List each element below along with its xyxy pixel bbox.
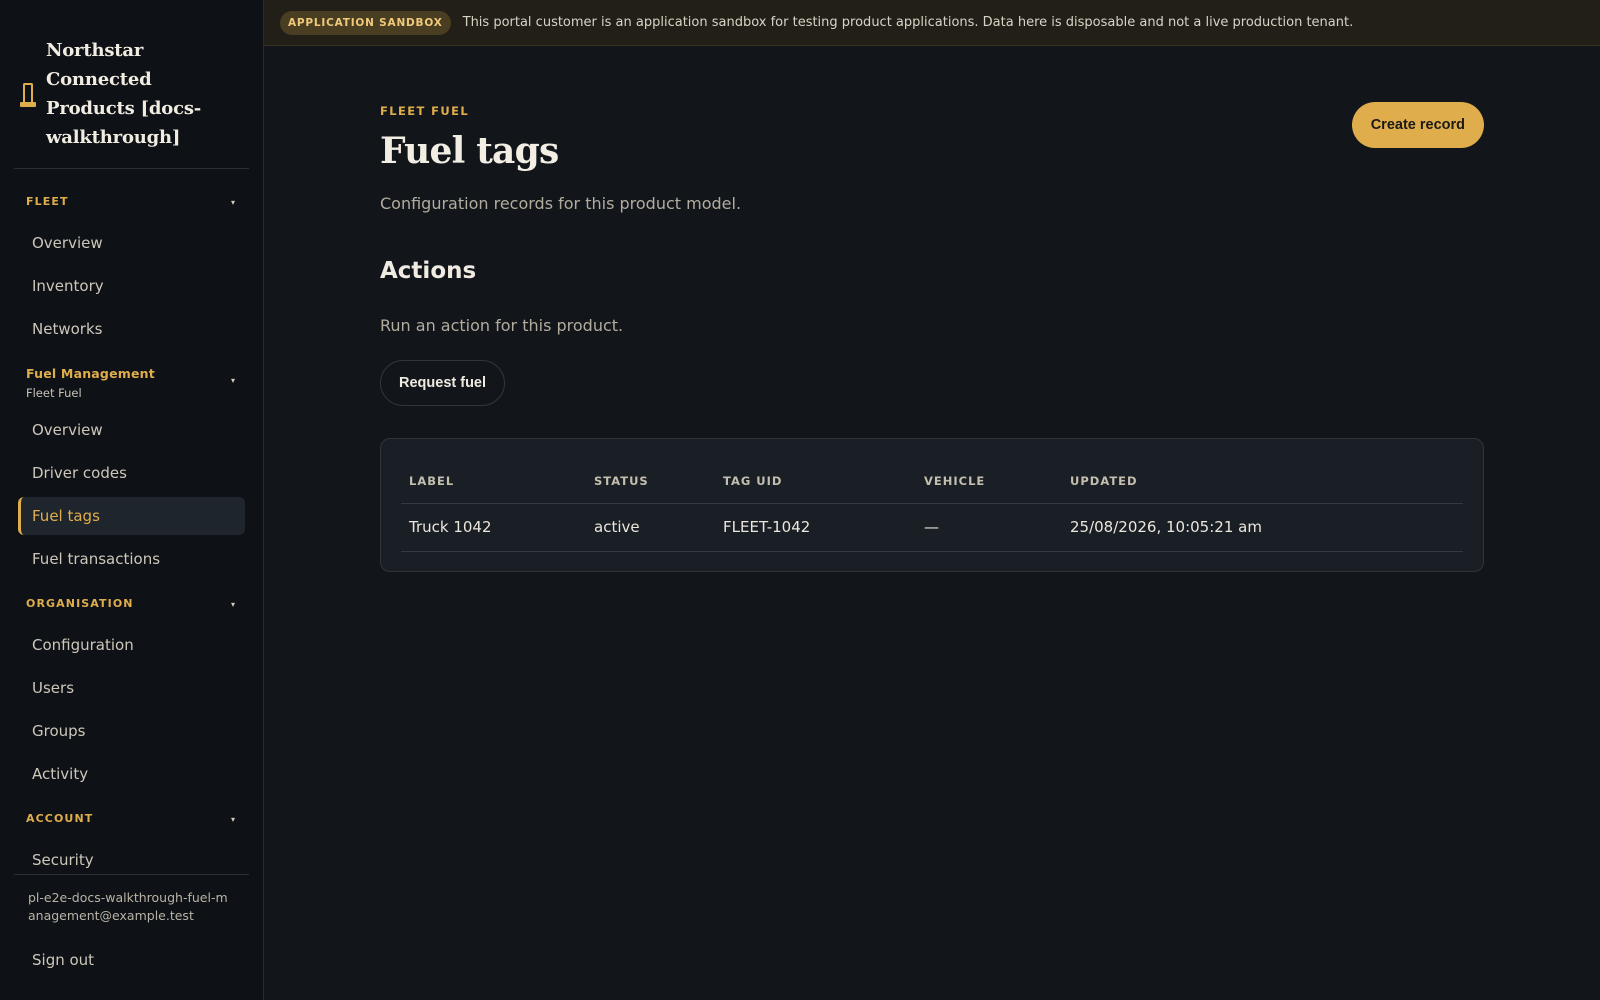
section-account[interactable]: ACCOUNT ▾ xyxy=(14,812,249,825)
request-fuel-button[interactable]: Request fuel xyxy=(380,360,506,406)
sign-out-link[interactable]: Sign out xyxy=(18,941,245,979)
records-table-card: LABEL STATUS TAG UID VEHICLE UPDATED Tru… xyxy=(380,438,1484,572)
section-label: ACCOUNT xyxy=(26,812,94,825)
sidebar-item-fleet-overview[interactable]: Overview xyxy=(18,224,245,262)
actions-heading: Actions xyxy=(380,258,477,284)
sidebar-item-activity[interactable]: Activity xyxy=(18,755,245,793)
section-sublabel: Fleet Fuel xyxy=(26,386,82,400)
brand[interactable]: Northstar Connected Products [docs-walkt… xyxy=(14,0,249,169)
sidebar: Northstar Connected Products [docs-walkt… xyxy=(0,0,264,1000)
brand-title: Northstar Connected Products [docs-walkt… xyxy=(46,40,202,148)
column-header-label[interactable]: LABEL xyxy=(401,459,586,504)
records-table: LABEL STATUS TAG UID VEHICLE UPDATED Tru… xyxy=(401,459,1463,552)
sidebar-item-groups[interactable]: Groups xyxy=(18,712,245,750)
page-title: Fuel tags xyxy=(380,130,559,172)
sidebar-item-fuel-tags[interactable]: Fuel tags xyxy=(18,497,245,535)
cell-vehicle: — xyxy=(916,503,1062,552)
create-record-button[interactable]: Create record xyxy=(1351,102,1484,148)
page-subtitle: Configuration records for this product m… xyxy=(380,194,742,213)
chevron-down-icon: ▾ xyxy=(230,376,235,385)
main-content: APPLICATION SANDBOX This portal customer… xyxy=(264,0,1600,1000)
sidebar-item-inventory[interactable]: Inventory xyxy=(18,267,245,305)
chevron-down-icon: ▾ xyxy=(230,600,235,609)
section-organisation[interactable]: ORGANISATION ▾ xyxy=(14,597,249,610)
sidebar-item-configuration[interactable]: Configuration xyxy=(18,626,245,664)
sandbox-badge: APPLICATION SANDBOX xyxy=(280,10,451,35)
column-header-status[interactable]: STATUS xyxy=(586,459,715,504)
column-header-vehicle[interactable]: VEHICLE xyxy=(916,459,1062,504)
sandbox-banner: APPLICATION SANDBOX This portal customer… xyxy=(264,0,1600,46)
cell-status: active xyxy=(586,503,715,552)
actions-subtitle: Run an action for this product. xyxy=(380,316,624,335)
app: Northstar Connected Products [docs-walkt… xyxy=(0,0,1600,1000)
section-fuel-management[interactable]: Fuel Management Fleet Fuel ▾ xyxy=(14,366,249,400)
cell-label[interactable]: Truck 1042 xyxy=(401,503,586,552)
table-header-row: LABEL STATUS TAG UID VEHICLE UPDATED xyxy=(401,459,1463,504)
user-email: pl-e2e-docs-walkthrough-fuel-management@… xyxy=(28,890,228,923)
page-eyebrow: FLEET FUEL xyxy=(380,104,470,118)
sidebar-item-driver-codes[interactable]: Driver codes xyxy=(18,454,245,492)
section-fleet[interactable]: FLEET ▾ xyxy=(14,195,249,208)
section-label: Fuel Management xyxy=(26,366,155,381)
cell-tag-uid: FLEET-1042 xyxy=(715,503,916,552)
sidebar-item-users[interactable]: Users xyxy=(18,669,245,707)
sidebar-item-networks[interactable]: Networks xyxy=(18,310,245,348)
chevron-down-icon: ▾ xyxy=(230,815,235,824)
sidebar-item-fuel-overview[interactable]: Overview xyxy=(18,411,245,449)
section-label: FLEET xyxy=(26,195,69,208)
fuel-pump-icon xyxy=(20,81,36,107)
table-row[interactable]: Truck 1042 active FLEET-1042 — 25/08/202… xyxy=(401,503,1463,552)
column-header-updated[interactable]: UPDATED xyxy=(1062,459,1463,504)
chevron-down-icon: ▾ xyxy=(230,198,235,207)
column-header-tag-uid[interactable]: TAG UID xyxy=(715,459,916,504)
section-label: ORGANISATION xyxy=(26,597,134,610)
banner-text: This portal customer is an application s… xyxy=(462,15,1354,30)
sidebar-footer: pl-e2e-docs-walkthrough-fuel-management@… xyxy=(14,874,249,984)
cell-updated: 25/08/2026, 10:05:21 am xyxy=(1062,503,1463,552)
sidebar-item-fuel-transactions[interactable]: Fuel transactions xyxy=(18,540,245,578)
